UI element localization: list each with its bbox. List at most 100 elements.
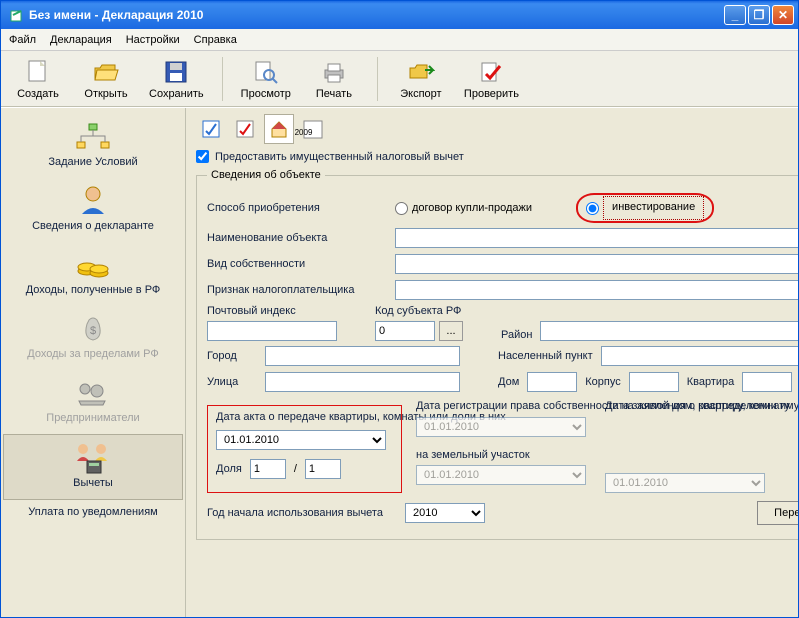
menu-settings[interactable]: Настройки <box>126 34 180 46</box>
check-button[interactable]: Проверить <box>460 56 523 102</box>
share-denominator-input[interactable] <box>305 459 341 479</box>
minimize-button[interactable]: _ <box>724 5 746 25</box>
year-use-select[interactable]: 2010 <box>405 503 485 523</box>
region-code-input[interactable] <box>375 321 435 341</box>
radio-invest-label[interactable]: инвестирование <box>603 196 704 220</box>
house-input[interactable] <box>527 372 577 392</box>
content-area: 2009 Предоставить имущественный налоговы… <box>186 108 798 617</box>
save-button[interactable]: Сохранить <box>145 56 208 102</box>
date-act-select[interactable]: 01.01.2010 <box>216 430 386 450</box>
print-button[interactable]: Печать <box>305 56 363 102</box>
create-button[interactable]: Создать <box>9 56 67 102</box>
object-legend: Сведения об объекте <box>207 169 325 181</box>
radio-contract-input[interactable] <box>395 202 408 215</box>
export-button[interactable]: Экспорт <box>392 56 450 102</box>
date-reg-label: Дата регистрации права собственности на … <box>416 399 591 413</box>
titlebar: Без имени - Декларация 2010 _ ❐ ✕ <box>1 1 798 29</box>
zip-input[interactable] <box>207 321 337 341</box>
provide-deduction-checkbox[interactable] <box>196 150 209 163</box>
share-numerator-input[interactable] <box>250 459 286 479</box>
street-label: Улица <box>207 376 257 388</box>
ownership-select[interactable] <box>395 254 798 274</box>
maximize-button[interactable]: ❐ <box>748 5 770 25</box>
flowchart-icon <box>73 120 113 154</box>
building-label: Корпус <box>585 376 620 388</box>
building-input[interactable] <box>629 372 679 392</box>
tab-list-button[interactable] <box>196 114 226 144</box>
radio-invest-highlight: инвестирование <box>576 193 714 223</box>
save-label: Сохранить <box>149 88 204 100</box>
sidebar-label: Доходы за пределами РФ <box>27 348 158 360</box>
file-new-icon <box>24 58 52 86</box>
share-label: Доля <box>216 463 242 475</box>
date-act-label: Дата акта о передаче квартиры, комнаты и… <box>216 410 393 424</box>
zip-label: Почтовый индекс <box>207 305 337 317</box>
ownership-label: Вид собственности <box>207 258 387 270</box>
magnifier-icon <box>252 58 280 86</box>
share-slash: / <box>294 463 297 475</box>
date-act-highlight: Дата акта о передаче квартиры, комнаты и… <box>207 405 402 493</box>
region-label: Район <box>501 329 532 341</box>
region-input[interactable] <box>540 321 798 341</box>
export-label: Экспорт <box>400 88 441 100</box>
person-icon <box>73 184 113 218</box>
toolbar-separator <box>222 57 223 101</box>
city-label: Город <box>207 350 257 362</box>
provide-deduction-label: Предоставить имущественный налоговый выч… <box>215 151 464 163</box>
apartment-label: Квартира <box>687 376 735 388</box>
sidebar-item-declarant[interactable]: Сведения о декларанте <box>1 178 185 242</box>
preview-button[interactable]: Просмотр <box>237 56 295 102</box>
tab-year-button[interactable]: 2009 <box>298 114 328 144</box>
tab-red-check-button[interactable] <box>230 114 260 144</box>
open-label: Открыть <box>84 88 127 100</box>
region-code-picker-button[interactable]: ... <box>439 321 463 341</box>
printer-icon <box>320 58 348 86</box>
save-icon <box>162 58 190 86</box>
date-app-label: Дата заявления о распределении имуществе… <box>605 399 798 413</box>
acquisition-label: Способ приобретения <box>207 202 387 214</box>
object-name-label: Наименование объекта <box>207 232 387 244</box>
sidebar-item-entrepreneurs[interactable]: Предприниматели <box>1 370 185 434</box>
radio-contract[interactable]: договор купли-продажи <box>395 202 532 215</box>
svg-text:$: $ <box>90 325 96 337</box>
main-toolbar: Создать Открыть Сохранить Просмотр Печат… <box>1 51 798 107</box>
menu-file[interactable]: Файл <box>9 34 36 46</box>
taxpayer-select[interactable] <box>395 280 798 300</box>
open-button[interactable]: Открыть <box>77 56 135 102</box>
settlement-label: Населенный пункт <box>498 350 593 362</box>
menubar: Файл Декларация Настройки Справка <box>1 29 798 51</box>
menu-help[interactable]: Справка <box>194 34 237 46</box>
sidebar-label: Сведения о декларанте <box>32 220 154 232</box>
check-label: Проверить <box>464 88 519 100</box>
date-land-select[interactable]: 01.01.2010 <box>416 465 586 485</box>
create-label: Создать <box>17 88 59 100</box>
radio-invest-input[interactable] <box>586 202 599 215</box>
object-name-select[interactable] <box>395 228 798 248</box>
sidebar-item-deductions[interactable]: Вычеты <box>3 434 183 500</box>
apartment-input[interactable] <box>742 372 792 392</box>
goto-sums-button[interactable]: Перейти к вводу сумм <box>757 501 798 525</box>
city-input[interactable] <box>265 346 460 366</box>
street-input[interactable] <box>265 372 460 392</box>
object-fieldset: Сведения об объекте Способ приобретения … <box>196 169 798 540</box>
close-button[interactable]: ✕ <box>772 5 794 25</box>
print-label: Печать <box>316 88 352 100</box>
sidebar-label: Предприниматели <box>46 412 139 424</box>
coins-icon <box>73 248 113 282</box>
sidebar-item-income-abroad[interactable]: $ Доходы за пределами РФ <box>1 306 185 370</box>
sidebar: Задание Условий Сведения о декларанте До… <box>1 108 186 617</box>
sidebar-item-conditions[interactable]: Задание Условий <box>1 114 185 178</box>
date-reg-select[interactable]: 01.01.2010 <box>416 417 586 437</box>
sidebar-label: Задание Условий <box>48 156 137 168</box>
house-label: Дом <box>498 376 519 388</box>
window-title: Без имени - Декларация 2010 <box>29 8 724 22</box>
sidebar-item-income-rf[interactable]: Доходы, полученные в РФ <box>1 242 185 306</box>
sidebar-label: Вычеты <box>73 477 113 489</box>
tab-house-button[interactable] <box>264 114 294 144</box>
sidebar-item-notices[interactable]: Уплата по уведомлениям <box>1 500 185 528</box>
date-app-select[interactable]: 01.01.2010 <box>605 473 765 493</box>
settlement-input[interactable] <box>601 346 798 366</box>
sidebar-label: Доходы, полученные в РФ <box>26 284 161 296</box>
preview-label: Просмотр <box>241 88 291 100</box>
menu-declaration[interactable]: Декларация <box>50 34 112 46</box>
